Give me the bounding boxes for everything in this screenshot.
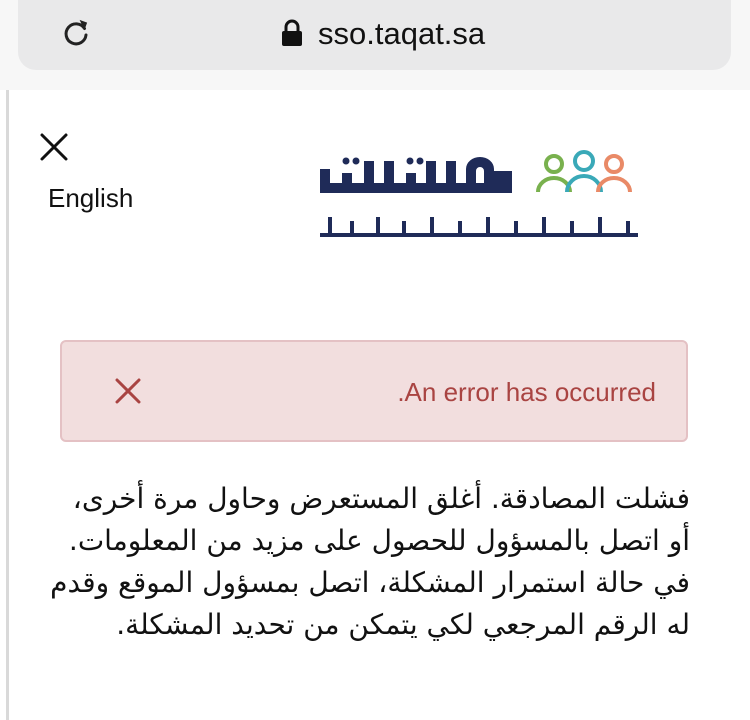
people-icon xyxy=(536,150,632,193)
url-text[interactable]: sso.taqat.sa xyxy=(318,14,485,54)
close-icon[interactable] xyxy=(38,131,70,163)
language-switch-link[interactable]: English xyxy=(48,182,133,214)
error-description: فشلت المصادقة. أغلق المستعرض وحاول مرة أ… xyxy=(50,478,690,646)
reload-icon[interactable] xyxy=(60,17,92,49)
browser-chrome: sso.taqat.sa xyxy=(0,0,750,90)
close-icon[interactable] xyxy=(112,375,144,407)
taqat-wordmark xyxy=(320,157,512,193)
page-divider xyxy=(6,90,9,720)
taqat-logo xyxy=(320,150,638,237)
error-message: .An error has occurred xyxy=(397,377,656,407)
taqat-subtitle xyxy=(320,217,638,237)
paragraph-contact-admin: في حالة استمرار المشكلة، اتصل بمسؤول الم… xyxy=(50,566,690,641)
error-alert: .An error has occurred xyxy=(60,340,688,442)
lock-icon xyxy=(282,19,302,46)
paragraph-auth-failed: فشلت المصادقة. أغلق المستعرض وحاول مرة أ… xyxy=(68,482,690,557)
address-bar[interactable]: sso.taqat.sa xyxy=(18,0,731,70)
